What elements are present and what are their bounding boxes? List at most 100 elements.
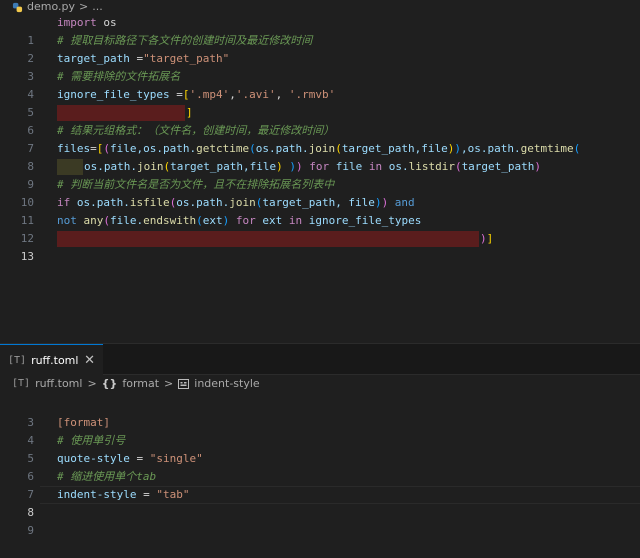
breadcrumb-file[interactable]: demo.py [27, 0, 75, 14]
code-token: files [57, 142, 91, 155]
code-token: os.path. [76, 196, 130, 209]
code-token: getmtime [520, 142, 574, 155]
breadcrumb-file[interactable]: ruff.toml [35, 376, 82, 392]
toml-section: [format] [57, 416, 110, 429]
code-token: ) [282, 160, 296, 173]
code-token: "tab" [156, 488, 190, 501]
code-token: ( [103, 142, 110, 155]
code-token: in [282, 214, 309, 227]
code-token: for [229, 214, 263, 227]
code-token: file,os.path. [110, 142, 197, 155]
code-token: = [129, 452, 150, 465]
code-line: 2 # 提取目标路径下各文件的创建时间及最近修改时间 [0, 32, 640, 65]
python-file-icon [12, 2, 23, 12]
code-token: ) [295, 160, 303, 173]
code-line: 9 os.path.join(target_path,file) )) for … [0, 158, 640, 191]
toml-file-icon: [T] [8, 354, 27, 366]
code-token: '.avi' [235, 88, 276, 101]
breadcrumb-more[interactable]: ... [92, 0, 103, 14]
code-line: 8 indent-style = "tab" [0, 486, 640, 519]
code-token: join [136, 160, 164, 173]
code-comment: # 缩进使用单个tab [57, 470, 157, 483]
code-comment: # 使用单引号 [57, 434, 126, 447]
code-token: listdir [408, 160, 455, 173]
error-highlight [57, 105, 185, 121]
code-token: ( [573, 142, 581, 155]
code-line: 7 # 结果元组格式：（文件名，创建时间，最近修改时间） [0, 122, 640, 155]
code-token: ) [276, 160, 283, 173]
code-token: if [57, 196, 77, 209]
code-line: 5 # 使用单引号 [0, 432, 640, 465]
code-token: ( [196, 214, 203, 227]
code-line: 3 [0, 396, 640, 429]
code-line: 1 import os [0, 14, 640, 47]
code-line: 4 [format] [0, 414, 640, 447]
indent-guide-highlight [57, 159, 83, 175]
code-token: ] [486, 232, 494, 245]
code-token: = [176, 88, 183, 101]
code-token: any [83, 214, 104, 227]
code-token: ( [335, 142, 342, 155]
tab-label: ruff.toml [31, 353, 79, 367]
code-token: target_path [461, 160, 535, 173]
code-token: os.path. [84, 160, 137, 173]
code-token: ( [103, 214, 110, 227]
tab-bar: [T] ruff.toml ✕ [0, 344, 640, 375]
code-token: os. [388, 160, 409, 173]
toml-file-icon: [T] [12, 378, 31, 389]
code-token: not [57, 214, 84, 227]
code-token: getctime [196, 142, 250, 155]
breadcrumb-section[interactable]: format [122, 376, 159, 392]
code-token: os.path. [255, 142, 309, 155]
error-highlight [57, 231, 479, 247]
code-token: ignore_file_types [57, 88, 177, 101]
code-line: 8 files=[(file,os.path.getctime(os.path.… [0, 140, 640, 173]
breadcrumb-separator: > [87, 377, 97, 390]
code-token: ext [202, 214, 223, 227]
code-token: import [57, 16, 97, 29]
code-line: 6 quote-style = "single" [0, 450, 640, 483]
breadcrumb-item[interactable]: indent-style [194, 376, 259, 392]
code-token: and [388, 196, 415, 209]
line-number: 13 [20, 250, 34, 263]
close-icon[interactable]: ✕ [84, 353, 95, 368]
code-token: target_path, file [262, 196, 375, 209]
code-token: ( [249, 142, 256, 155]
code-line: 3 target_path ="target_path" [0, 50, 640, 83]
code-token: os.path. [176, 196, 230, 209]
code-line: 9 [0, 504, 640, 537]
code-token: file. [110, 214, 144, 227]
breadcrumb-separator: > [164, 377, 174, 390]
code-token: ) [480, 232, 487, 245]
code-token: ignore_file_types [308, 214, 422, 227]
code-line: 11 if os.path.isfile(os.path.join(target… [0, 194, 640, 227]
code-token: ] [186, 106, 193, 119]
code-token: ,os.path. [461, 142, 521, 155]
code-token: indent-style [57, 488, 137, 501]
code-token: = [136, 488, 157, 501]
code-line: 12 not any(file.endswith(ext) for ext in… [0, 212, 640, 245]
code-comment: # 需要排除的文件拓展名 [57, 70, 181, 83]
code-token: = [90, 142, 97, 155]
code-token: ) [374, 196, 382, 209]
code-token: ) [534, 160, 542, 173]
code-token: , [275, 88, 289, 101]
python-editor[interactable]: 1 import os 2 # 提取目标路径下各文件的创建时间及最近修改时间 3… [0, 14, 640, 269]
code-token: endswith [143, 214, 197, 227]
code-comment: # 判断当前文件名是否为文件，且不在排除拓展名列表中 [57, 178, 335, 191]
code-token: '.rmvb' [288, 88, 336, 101]
code-line: 13 )] [0, 230, 640, 263]
code-token: "single" [149, 452, 203, 465]
file-breadcrumb: demo.py > ... [0, 0, 640, 14]
tab-ruff-toml[interactable]: [T] ruff.toml ✕ [0, 344, 103, 375]
braces-icon: {} [101, 377, 118, 390]
code-token: target_path,file [341, 142, 448, 155]
code-token: '.mp4' [189, 88, 230, 101]
toml-breadcrumb: [T] ruff.toml > {} format > indent-style [12, 376, 260, 392]
code-token: join [229, 196, 256, 209]
code-token: , [229, 88, 236, 101]
code-token: file [335, 160, 363, 173]
code-comment: # 结果元组格式：（文件名，创建时间，最近修改时间） [57, 124, 335, 137]
code-line: 4 # 需要排除的文件拓展名 [0, 68, 640, 101]
breadcrumb-separator: > [79, 0, 89, 13]
